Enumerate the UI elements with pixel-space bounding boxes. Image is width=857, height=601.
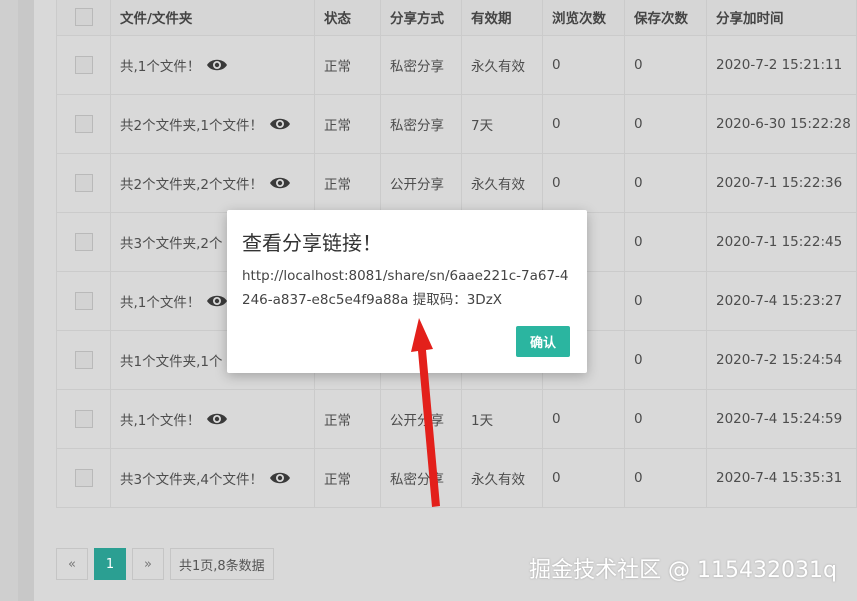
header-saves: 保存次数 <box>624 0 707 36</box>
eye-icon[interactable] <box>206 412 228 430</box>
row-checkbox[interactable] <box>74 292 93 310</box>
table-row: 共2个文件夹,2个文件！ 正常 公开分享 永久有效 0 0 2020-7-1 15:22:3… <box>56 153 857 213</box>
share-time-cell: 2020-7-4 15:24:59 <box>706 389 857 449</box>
validity-cell: 永久有效 <box>461 448 543 508</box>
table-row: 共2个文件夹,1个文件！ 正常 私密分享 7天 0 0 2020-6-30 15:22:28 <box>56 94 857 154</box>
row-checkbox[interactable] <box>74 56 93 74</box>
validity-cell: 永久有效 <box>461 153 543 213</box>
saves-cell: 0 <box>624 35 707 95</box>
views-cell: 0 <box>542 35 625 95</box>
left-scroll-edge <box>18 0 34 601</box>
row-checkbox[interactable] <box>74 233 93 251</box>
select-all-checkbox[interactable] <box>74 7 93 26</box>
file-cell: 共2个文件夹,1个文件！ <box>110 94 315 154</box>
header-validity: 有效期 <box>461 0 543 36</box>
row-select-cell <box>56 330 111 390</box>
watermark: 掘金技术社区 @ 115432031q <box>529 558 837 583</box>
file-summary: 共3个文件夹,2个 <box>120 235 223 252</box>
table-row: 共,1个文件！ 正常 公开分享 1天 0 0 2020-7-4 15:24:59 <box>56 389 857 449</box>
row-checkbox[interactable] <box>74 174 93 192</box>
share-time-cell: 2020-7-1 15:22:36 <box>706 153 857 213</box>
share-time-cell: 2020-7-4 15:35:31 <box>706 448 857 508</box>
eye-icon[interactable] <box>206 58 228 76</box>
share-time-cell: 2020-6-30 15:22:28 <box>706 94 857 154</box>
saves-cell: 0 <box>624 212 707 272</box>
status-cell: 正常 <box>314 153 381 213</box>
share-link-text: http://localhost:8081/share/sn/6aae221c-… <box>242 268 569 308</box>
saves-cell: 0 <box>624 94 707 154</box>
row-checkbox[interactable] <box>74 115 93 133</box>
eye-icon[interactable] <box>269 117 291 135</box>
eye-icon[interactable] <box>206 294 228 312</box>
saves-cell: 0 <box>624 330 707 390</box>
file-summary: 共2个文件夹,2个文件！ <box>120 176 263 193</box>
dialog-title: 查看分享链接！ <box>242 231 382 255</box>
status-cell: 正常 <box>314 389 381 449</box>
file-summary: 共,1个文件！ <box>120 58 201 75</box>
pagination: « 1 » 共1页,8条数据 <box>56 548 274 580</box>
file-summary: 共1个文件夹,1个 <box>120 353 223 370</box>
select-all-cell <box>56 0 111 36</box>
validity-cell: 7天 <box>461 94 543 154</box>
table-row: 共3个文件夹,4个文件！ 正常 私密分享 永久有效 0 0 2020-7-4 15:35:3… <box>56 448 857 508</box>
header-mode: 分享方式 <box>380 0 462 36</box>
share-mode-cell: 私密分享 <box>380 35 462 95</box>
row-select-cell <box>56 271 111 331</box>
file-summary: 共,1个文件！ <box>120 294 201 311</box>
status-cell: 正常 <box>314 94 381 154</box>
share-time-cell: 2020-7-1 15:22:45 <box>706 212 857 272</box>
row-select-cell <box>56 212 111 272</box>
saves-cell: 0 <box>624 153 707 213</box>
validity-cell: 永久有效 <box>461 35 543 95</box>
share-mode-cell: 公开分享 <box>380 389 462 449</box>
left-sidebar-edge <box>0 0 18 601</box>
file-cell: 共2个文件夹,2个文件！ <box>110 153 315 213</box>
prev-page-button[interactable]: « <box>56 548 88 580</box>
file-cell: 共,1个文件！ <box>110 389 315 449</box>
share-time-cell: 2020-7-2 15:21:11 <box>706 35 857 95</box>
status-cell: 正常 <box>314 35 381 95</box>
row-select-cell <box>56 35 111 95</box>
saves-cell: 0 <box>624 448 707 508</box>
share-time-cell: 2020-7-2 15:24:54 <box>706 330 857 390</box>
next-page-button[interactable]: » <box>132 548 164 580</box>
table-row: 共,1个文件！ 正常 私密分享 永久有效 0 0 2020-7-2 15:21:11 <box>56 35 857 95</box>
views-cell: 0 <box>542 153 625 213</box>
share-time-cell: 2020-7-4 15:23:27 <box>706 271 857 331</box>
views-cell: 0 <box>542 389 625 449</box>
eye-icon[interactable] <box>269 176 291 194</box>
page-1-button[interactable]: 1 <box>94 548 126 580</box>
file-cell: 共3个文件夹,4个文件！ <box>110 448 315 508</box>
file-summary: 共2个文件夹,1个文件！ <box>120 117 263 134</box>
share-mode-cell: 私密分享 <box>380 94 462 154</box>
row-select-cell <box>56 153 111 213</box>
row-select-cell <box>56 389 111 449</box>
header-status: 状态 <box>314 0 381 36</box>
saves-cell: 0 <box>624 271 707 331</box>
row-checkbox[interactable] <box>74 351 93 369</box>
saves-cell: 0 <box>624 389 707 449</box>
file-summary: 共3个文件夹,4个文件！ <box>120 471 263 488</box>
header-file: 文件/文件夹 <box>110 0 315 36</box>
file-summary: 共,1个文件！ <box>120 412 201 429</box>
row-checkbox[interactable] <box>74 410 93 428</box>
share-link-dialog: 查看分享链接！ http://localhost:8081/share/sn/6… <box>227 210 587 373</box>
confirm-button[interactable]: 确认 <box>516 326 570 357</box>
validity-cell: 1天 <box>461 389 543 449</box>
share-mode-cell: 私密分享 <box>380 448 462 508</box>
views-cell: 0 <box>542 94 625 154</box>
row-select-cell <box>56 448 111 508</box>
share-mode-cell: 公开分享 <box>380 153 462 213</box>
page-info: 共1页,8条数据 <box>170 548 274 580</box>
eye-icon[interactable] <box>269 471 291 489</box>
row-select-cell <box>56 94 111 154</box>
row-checkbox[interactable] <box>74 469 93 487</box>
file-cell: 共,1个文件！ <box>110 35 315 95</box>
header-views: 浏览次数 <box>542 0 625 36</box>
table-header-row: 文件/文件夹 状态 分享方式 有效期 浏览次数 保存次数 分享加时间 <box>56 0 857 36</box>
header-time: 分享加时间 <box>706 0 857 36</box>
views-cell: 0 <box>542 448 625 508</box>
status-cell: 正常 <box>314 448 381 508</box>
